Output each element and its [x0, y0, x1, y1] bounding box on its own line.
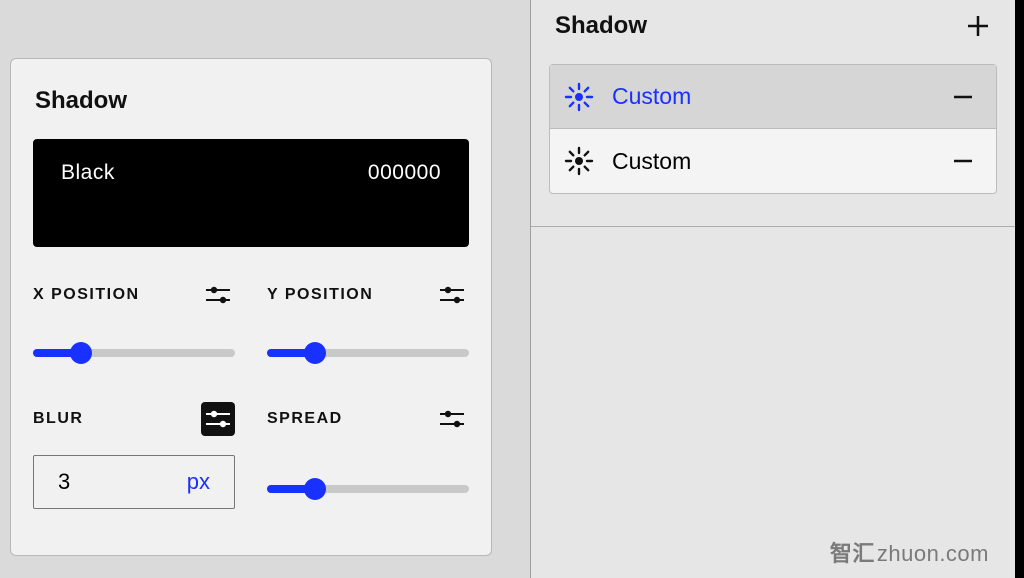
watermark: 智汇zhuon.com: [830, 536, 989, 568]
control-x-position: X POSITION: [33, 275, 235, 357]
blur-label: BLUR: [33, 410, 83, 428]
minus-icon[interactable]: [952, 150, 974, 172]
control-blur: BLUR 3 px: [33, 399, 235, 509]
list-item[interactable]: Custom: [550, 65, 996, 129]
black-strip: [1015, 0, 1024, 578]
panel-title: Shadow: [35, 87, 469, 115]
sun-icon: [564, 82, 594, 112]
color-hex: 000000: [368, 161, 441, 247]
right-panel-title: Shadow: [555, 12, 647, 40]
color-swatch[interactable]: Black 000000: [33, 139, 469, 247]
sun-icon: [564, 146, 594, 176]
x-position-label: X POSITION: [33, 286, 140, 304]
sliders-icon[interactable]: [435, 278, 469, 312]
sliders-icon[interactable]: [201, 278, 235, 312]
blur-unit: px: [187, 469, 210, 495]
shadow-list: Custom: [549, 64, 997, 194]
slider-spread[interactable]: [267, 485, 469, 493]
watermark-zh: 智汇: [830, 541, 875, 566]
y-position-label: Y POSITION: [267, 286, 373, 304]
list-item-label: Custom: [612, 83, 952, 110]
list-item[interactable]: Custom: [550, 129, 996, 193]
color-name: Black: [61, 161, 115, 247]
blur-value-input[interactable]: 3 px: [33, 455, 235, 509]
blur-value: 3: [58, 469, 70, 495]
list-item-label: Custom: [612, 148, 952, 175]
sliders-icon[interactable]: [435, 402, 469, 436]
divider: [531, 226, 1015, 227]
shadow-list-panel: Shadow: [530, 0, 1015, 578]
watermark-en: zhuon.com: [877, 541, 989, 566]
slider-y-position[interactable]: [267, 349, 469, 357]
spread-label: SPREAD: [267, 410, 343, 428]
slider-x-position[interactable]: [33, 349, 235, 357]
shadow-editor-panel: Shadow Black 000000 X POSITION: [10, 58, 492, 556]
sliders-icon[interactable]: [201, 402, 235, 436]
plus-icon[interactable]: [967, 15, 989, 37]
control-spread: SPREAD: [267, 399, 469, 509]
minus-icon[interactable]: [952, 86, 974, 108]
control-y-position: Y POSITION: [267, 275, 469, 357]
